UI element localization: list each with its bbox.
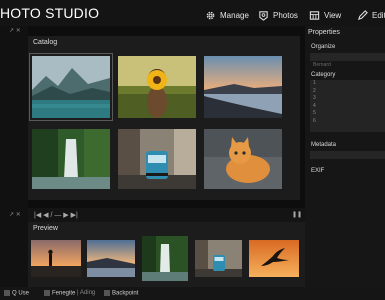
left-rail-lower [0, 208, 28, 287]
edit-icon [357, 9, 368, 21]
tab-photos[interactable]: Photos [258, 7, 298, 23]
tab-view-label: View [324, 10, 342, 20]
catalog-image-kitten[interactable] [204, 129, 282, 189]
category-label: Category [311, 72, 336, 78]
category-item[interactable]: 3 [310, 95, 385, 103]
fenfeng-extra: | Ading [77, 290, 96, 296]
category-item[interactable]: 4 [310, 103, 385, 111]
preview-image-silhouette[interactable] [31, 240, 81, 277]
catalog-title: Catalog [33, 39, 58, 46]
backpoint-icon [104, 290, 110, 296]
preview-title: Preview [33, 225, 58, 232]
tab-photos-label: Photos [273, 10, 298, 20]
catalog-image-beach-sunset[interactable] [204, 56, 282, 118]
catalog-pin-close[interactable]: ↗ ✕ [9, 27, 21, 34]
category-item[interactable]: 1 [310, 80, 385, 88]
category-item[interactable]: 2 [310, 88, 385, 96]
exif-label: EXIF [311, 168, 325, 174]
left-rail [0, 26, 28, 208]
tab-view[interactable]: View [309, 7, 341, 23]
metadata-field[interactable] [310, 151, 385, 159]
properties-title: Properties [308, 29, 340, 36]
use-toggle[interactable]: Q Use [4, 290, 29, 297]
backpoint-toggle[interactable]: Backpoint [104, 290, 138, 297]
view-icon [309, 10, 320, 21]
use-icon [4, 290, 10, 296]
preview-image-dusk[interactable] [87, 240, 135, 277]
fenfeng-label: Fenegite [52, 290, 76, 297]
organize-value: Bernard [313, 62, 331, 68]
navigation-controls[interactable]: |◀ ◀ / — ▶ ▶| [34, 211, 78, 219]
catalog-image-sunflower[interactable] [118, 56, 196, 118]
catalog-image-tram[interactable] [118, 129, 196, 189]
tab-edit[interactable]: Edit [357, 7, 385, 23]
metadata-label: Metadata [311, 142, 337, 148]
preview-image-bird[interactable] [249, 240, 299, 277]
tab-manage[interactable]: Manage [205, 7, 249, 23]
category-item[interactable]: 5 [310, 110, 385, 118]
tab-manage-label: Manage [220, 10, 249, 20]
preview-image-tram[interactable] [195, 240, 242, 277]
app-title: HOTO STUDIO [0, 5, 100, 21]
status-bar: Q Use Fenegite | Ading Backpoint [0, 287, 385, 300]
catalog-image-waterfall[interactable] [32, 129, 110, 189]
catalog-image-mountain-lake[interactable] [29, 53, 113, 121]
use-label: Q Use [12, 290, 30, 297]
tab-edit-label: Edit [372, 10, 385, 20]
organize-label: Organize [311, 44, 336, 50]
fenfeng-toggle[interactable]: Fenegite [44, 290, 75, 297]
photos-icon [258, 10, 269, 21]
pause-button[interactable]: ❚❚ [292, 211, 302, 218]
organize-field[interactable]: Bernard [310, 53, 385, 68]
category-list[interactable]: 1 2 3 4 5 6 [310, 80, 385, 132]
backpoint-label: Backpoint [112, 290, 139, 297]
preview-pin-close[interactable]: ↗ ✕ [9, 211, 21, 218]
fenfeng-icon [44, 290, 50, 296]
category-item[interactable]: 6 [310, 118, 385, 126]
gear-icon [205, 10, 216, 21]
preview-image-waterfall[interactable] [142, 236, 188, 281]
